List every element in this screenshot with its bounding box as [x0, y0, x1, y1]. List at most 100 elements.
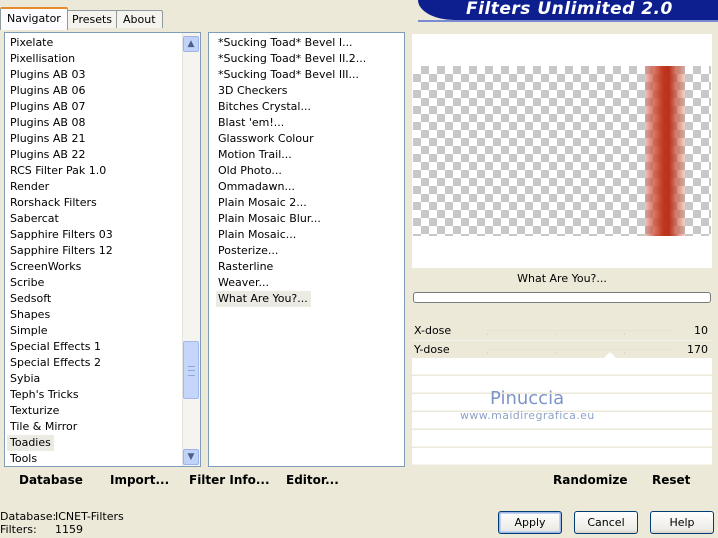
filter-item[interactable]: Ommadawn... — [209, 179, 404, 195]
category-item-label: Sybia — [10, 372, 41, 385]
filter-item[interactable]: Plain Mosaic 2... — [209, 195, 404, 211]
filter-item[interactable]: Bitches Crystal... — [209, 99, 404, 115]
category-item[interactable]: Tile & Mirror — [5, 419, 200, 435]
slider-label: Y-dose — [414, 343, 450, 356]
category-item-label: Pixelate — [10, 36, 54, 49]
slider-value: 170 — [687, 343, 708, 356]
category-item-label: Render — [10, 180, 50, 193]
category-item[interactable]: Sybia — [5, 371, 200, 387]
filter-item[interactable]: *Sucking Toad* Bevel III... — [209, 67, 404, 83]
category-item-label: Shapes — [10, 308, 51, 321]
preview-red-bar — [645, 66, 685, 236]
help-button[interactable]: Help — [650, 511, 714, 534]
database-value: ICNET-Filters — [55, 510, 124, 523]
category-item-label: Sedsoft — [10, 292, 52, 305]
filter-item-label: Motion Trail... — [218, 148, 292, 161]
category-item[interactable]: Sabercat — [5, 211, 200, 227]
filter-item[interactable]: Old Photo... — [209, 163, 404, 179]
empty-row — [412, 448, 712, 465]
filter-item-label: *Sucking Toad* Bevel III... — [218, 68, 360, 81]
category-item[interactable]: Sedsoft — [5, 291, 200, 307]
filter-item[interactable]: Rasterline — [209, 259, 404, 275]
category-item[interactable]: Toadies — [5, 435, 200, 451]
category-item[interactable]: Special Effects 2 — [5, 355, 200, 371]
category-item-label: Texturize — [10, 404, 60, 417]
empty-row — [412, 358, 712, 375]
slider-track[interactable] — [487, 330, 672, 335]
grip-icon — [188, 366, 195, 376]
category-item[interactable]: ScreenWorks — [5, 259, 200, 275]
tab-about[interactable]: About — [116, 10, 163, 28]
slider-tick — [623, 333, 625, 335]
slider-tick — [487, 352, 488, 354]
category-item-label: Tools — [10, 452, 38, 465]
import-button[interactable]: Import... — [110, 473, 169, 487]
category-item[interactable]: Special Effects 1 — [5, 339, 200, 355]
cancel-button[interactable]: Cancel — [574, 511, 638, 534]
filter-item[interactable]: *Sucking Toad* Bevel II.2... — [209, 51, 404, 67]
category-item-label: Teph's Tricks — [10, 388, 79, 401]
category-item[interactable]: Sapphire Filters 03 — [5, 227, 200, 243]
category-item[interactable]: Plugins AB 08 — [5, 115, 200, 131]
filter-item[interactable]: Motion Trail... — [209, 147, 404, 163]
category-item[interactable]: Sapphire Filters 12 — [5, 243, 200, 259]
command-bar: Database Import... Filter Info... Editor… — [0, 467, 718, 495]
randomize-button[interactable]: Randomize — [553, 473, 627, 487]
database-button[interactable]: Database — [19, 473, 83, 487]
scroll-thumb[interactable] — [183, 341, 199, 399]
category-item-label: Simple — [10, 324, 48, 337]
filter-item[interactable]: Posterize... — [209, 243, 404, 259]
filter-item[interactable]: Plain Mosaic Blur... — [209, 211, 404, 227]
app-title: Filters Unlimited 2.0 — [466, 0, 673, 19]
category-item[interactable]: Plugins AB 07 — [5, 99, 200, 115]
filter-item[interactable]: 3D Checkers — [209, 83, 404, 99]
category-item[interactable]: Pixellisation — [5, 51, 200, 67]
category-item[interactable]: Plugins AB 06 — [5, 83, 200, 99]
category-item-label: Plugins AB 21 — [10, 132, 86, 145]
category-item[interactable]: Pixelate — [5, 35, 200, 51]
category-item[interactable]: Tools — [5, 451, 200, 466]
app-banner: Filters Unlimited 2.0 — [418, 0, 718, 20]
apply-button[interactable]: Apply — [498, 511, 562, 534]
category-item[interactable]: Plugins AB 03 — [5, 67, 200, 83]
category-item[interactable]: Render — [5, 179, 200, 195]
slider-label: X-dose — [414, 324, 452, 337]
category-item[interactable]: Plugins AB 22 — [5, 147, 200, 163]
scroll-down-button[interactable]: ▼ — [183, 449, 199, 465]
category-item[interactable]: RCS Filter Pak 1.0 — [5, 163, 200, 179]
category-item[interactable]: Shapes — [5, 307, 200, 323]
category-scrollbar[interactable]: ▲ ▼ — [182, 33, 200, 466]
watermark-url: www.maidiregrafica.eu — [460, 409, 595, 422]
filter-info-button[interactable]: Filter Info... — [189, 473, 270, 487]
category-item[interactable]: Rorshack Filters — [5, 195, 200, 211]
filter-item[interactable]: Blast 'em!... — [209, 115, 404, 131]
filter-item[interactable]: Weaver... — [209, 275, 404, 291]
scroll-up-button[interactable]: ▲ — [183, 36, 199, 52]
category-item[interactable]: Texturize — [5, 403, 200, 419]
filter-item[interactable]: What Are You?... — [209, 291, 404, 307]
category-item[interactable]: Teph's Tricks — [5, 387, 200, 403]
category-list[interactable]: Pixelate Pixellisation Plugins AB 03 Plugin… — [4, 32, 201, 467]
banner-stripe — [418, 20, 718, 22]
category-item[interactable]: Plugins AB 21 — [5, 131, 200, 147]
filter-item-label: Glasswork Colour — [218, 132, 314, 145]
slider-track[interactable] — [487, 349, 672, 354]
tab-navigator[interactable]: Navigator — [0, 7, 68, 30]
filter-item[interactable]: Plain Mosaic... — [209, 227, 404, 243]
category-item[interactable]: Scribe — [5, 275, 200, 291]
category-items: Pixelate Pixellisation Plugins AB 03 Plugin… — [5, 35, 200, 466]
filter-item-label: Rasterline — [218, 260, 274, 273]
editor-button[interactable]: Editor... — [286, 473, 339, 487]
filter-item[interactable]: Glasswork Colour — [209, 131, 404, 147]
tab-presets[interactable]: Presets — [65, 10, 120, 28]
category-item-label: Rorshack Filters — [10, 196, 97, 209]
slider-tick — [555, 352, 557, 354]
category-item[interactable]: Simple — [5, 323, 200, 339]
slider-row-x-dose[interactable]: X-dose 10 — [412, 322, 712, 341]
filter-item-label: Posterize... — [218, 244, 279, 257]
filter-list[interactable]: *Sucking Toad* Bevel I... *Sucking Toad* … — [208, 32, 405, 467]
filter-item[interactable]: *Sucking Toad* Bevel I... — [209, 35, 404, 51]
chevron-up-icon: ▲ — [187, 39, 195, 49]
reset-button[interactable]: Reset — [652, 473, 690, 487]
filters-count: 1159 — [55, 523, 83, 536]
